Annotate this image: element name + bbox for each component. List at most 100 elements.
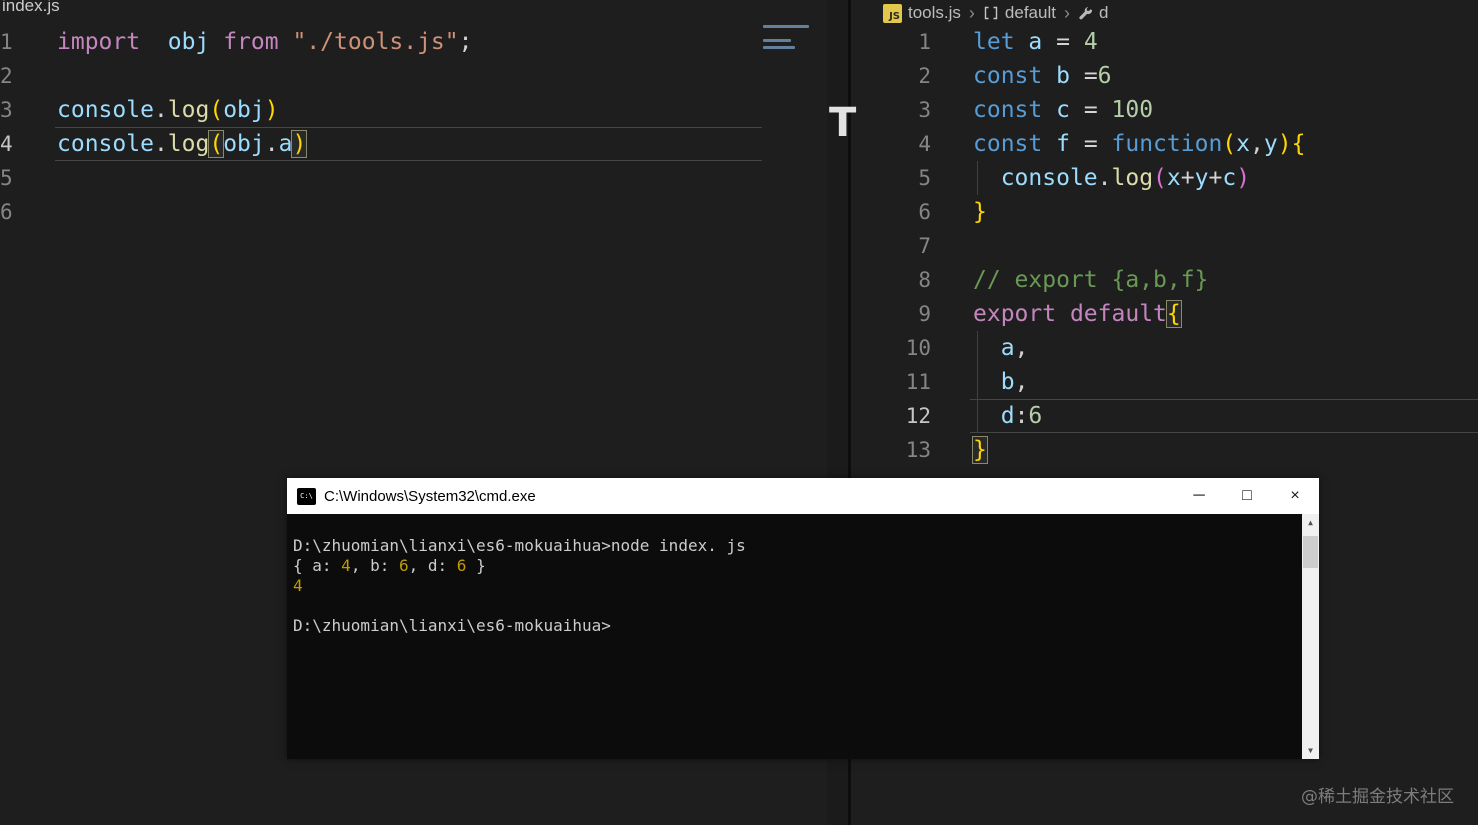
code-token: a [1028,29,1043,55]
code-line[interactable]: } [973,195,1305,229]
code-token: } [466,556,486,575]
code-token: + [1180,165,1195,191]
code-token: c [1056,97,1070,123]
line-number: 7 [918,234,931,258]
line-number: 3 [918,98,931,122]
code-line[interactable]: b, [973,365,1305,399]
line-number: 1 [0,30,12,54]
code-line[interactable]: export default{ [973,297,1305,331]
minimap-line [763,46,795,49]
left-editor-code[interactable]: import obj from "./tools.js"; console.log… [57,25,472,229]
code-token: d [1000,403,1015,429]
breadcrumb-separator: › [1063,2,1070,23]
line-number: 2 [918,64,931,88]
code-token: y [1194,165,1209,191]
code-line[interactable]: a, [973,331,1305,365]
code-token: . [153,131,168,157]
code-line[interactable] [57,195,472,229]
code-token: const [973,63,1043,89]
code-token: { a: [293,556,342,575]
tab-label[interactable]: index.js [2,0,60,16]
minimap-line [763,39,791,42]
line-number: 8 [918,268,931,292]
breadcrumb-member[interactable]: d [1078,3,1108,23]
code-line[interactable]: console.log(obj.a) [57,127,472,161]
code-token: let [973,29,1015,55]
code-token: , [1014,335,1029,361]
code-token: x [1166,165,1181,191]
minimize-button[interactable]: ─ [1175,478,1223,514]
line-number: 13 [905,438,931,462]
maximize-button[interactable]: □ [1223,478,1271,514]
code-token: , d: [408,556,457,575]
code-line[interactable] [973,229,1305,263]
code-token: 6 [1028,403,1043,429]
line-number: 11 [905,370,931,394]
code-token: + [1208,165,1223,191]
line-number: 5 [0,166,12,190]
breadcrumb-member-label: d [1098,3,1109,22]
code-token: , b: [350,556,399,575]
code-token: = [1042,29,1084,55]
code-line[interactable]: import obj from "./tools.js"; [57,25,472,59]
code-line[interactable]: } [972,433,1305,467]
code-line[interactable]: console.log(x+y+c) [973,161,1305,195]
line-number: 6 [918,200,931,224]
breadcrumb-symbol[interactable]: default [983,3,1056,23]
breadcrumb-file[interactable]: JS tools.js [883,3,961,23]
cmd-scrollbar[interactable]: ▲ ▼ [1302,514,1319,759]
code-token: from [223,29,279,55]
window-controls: ─ □ × [1175,478,1319,514]
code-token: . [1097,165,1112,191]
code-token: c [1222,165,1237,191]
terminal-line: D:\zhuomian\lianxi\es6-mokuaihua> [293,616,1302,636]
minimap[interactable] [763,25,809,53]
code-token: y [1263,131,1278,157]
namespace-icon [983,5,999,21]
line-number: 2 [0,64,12,88]
js-file-icon: JS [883,3,902,23]
code-token: 6 [398,556,409,575]
code-token: b [1056,63,1070,89]
code-token: import [57,29,141,55]
line-number: 9 [918,302,931,326]
code-line[interactable] [57,161,472,195]
code-token: "./tools.js" [292,29,459,55]
code-token: . [153,97,168,123]
code-token: = [1069,131,1112,157]
code-token: 4 [1083,29,1098,55]
close-button[interactable]: × [1271,478,1319,514]
terminal-line: D:\zhuomian\lianxi\es6-mokuaihua>node in… [293,536,1302,556]
terminal-line: 4 [293,576,1302,596]
code-token: b [1000,369,1015,395]
code-line[interactable]: d:6 [973,399,1305,433]
line-number: 3 [0,98,12,122]
terminal-output[interactable]: D:\zhuomian\lianxi\es6-mokuaihua>node in… [287,514,1302,759]
code-line[interactable]: let a = 4 [973,25,1305,59]
cmd-titlebar[interactable]: C:\ C:\Windows\System32\cmd.exe ─ □ × [287,478,1319,514]
code-token: const [973,97,1043,123]
right-gutter: 1 2 3 4 5 6 7 8 9 10 11 12 13 [901,25,931,467]
code-line[interactable]: const b =6 [973,59,1305,93]
right-editor-code[interactable]: let a = 4 const b =6 const c = 100 const f … [972,25,1305,467]
cmd-window: C:\ C:\Windows\System32\cmd.exe ─ □ × D:… [287,478,1319,759]
scroll-thumb[interactable] [1303,536,1318,568]
line-number: 4 [0,132,12,156]
scroll-up-icon[interactable]: ▲ [1302,514,1319,531]
code-token: D:\zhuomian\lianxi\es6-mokuaihua> [293,616,611,635]
code-line[interactable]: console.log(obj) [57,93,472,127]
code-line[interactable] [57,59,472,93]
code-line[interactable]: // export {a,b,f} [973,263,1305,297]
code-token: console [57,131,154,157]
code-token: , [1014,369,1029,395]
code-line[interactable]: const f = function(x,y){ [973,127,1305,161]
scroll-down-icon[interactable]: ▼ [1302,742,1319,759]
watermark: @稀土掘金技术社区 [1301,787,1454,807]
code-line[interactable]: const c = 100 [973,93,1305,127]
